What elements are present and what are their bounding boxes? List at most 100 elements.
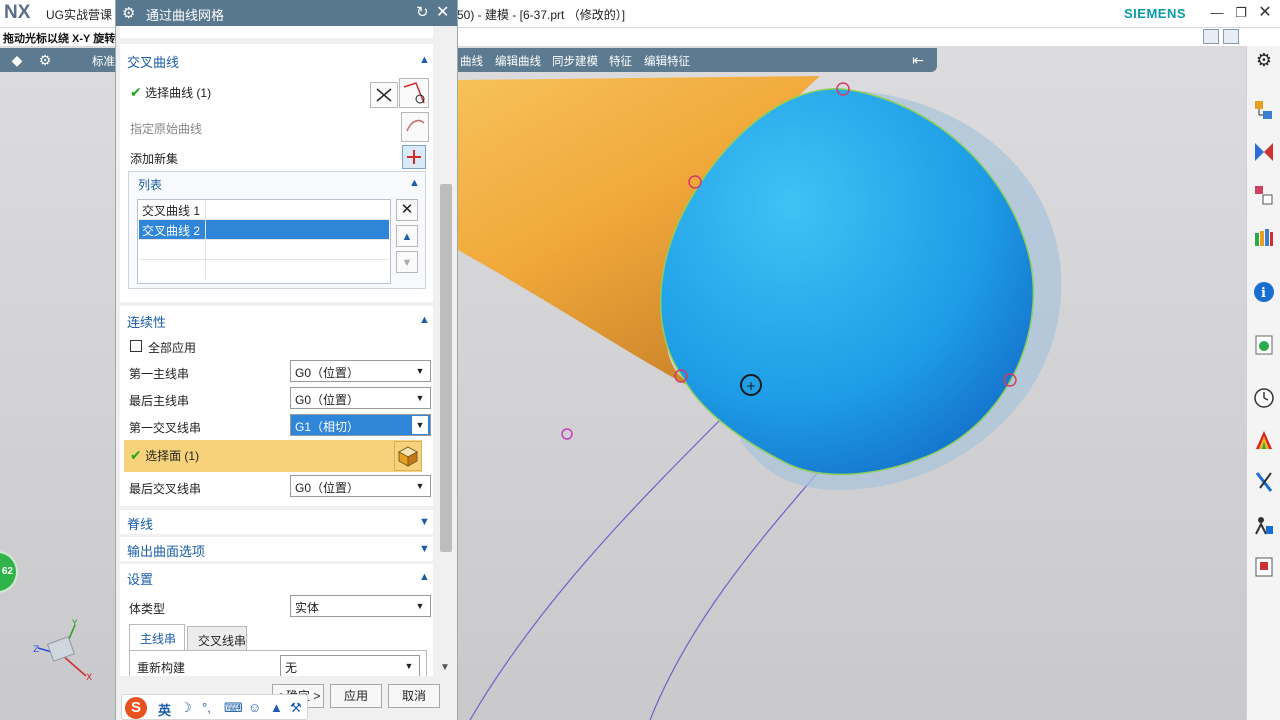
selection-filter-icon[interactable] bbox=[1203, 29, 1219, 44]
close-icon[interactable]: ✕ bbox=[436, 2, 449, 22]
select-face-row[interactable]: ✔ 选择面 (1) bbox=[124, 440, 422, 472]
list-item[interactable]: 交叉曲线 1 bbox=[139, 200, 389, 220]
point-marker[interactable] bbox=[561, 428, 573, 440]
remove-button[interactable]: ✕ bbox=[396, 199, 418, 221]
chevron-down-icon[interactable]: ▼ bbox=[419, 516, 430, 528]
ribbon-tab-sync-modeling[interactable]: 同步建模 bbox=[552, 53, 598, 69]
history-icon[interactable] bbox=[1252, 386, 1276, 410]
chevron-up-icon[interactable]: ▲ bbox=[419, 314, 430, 326]
section-title-settings[interactable]: 设置 bbox=[127, 569, 153, 588]
window-title: 50) - 建模 - [6-37.prt （修改的）] bbox=[457, 8, 626, 22]
reuse-library-icon[interactable] bbox=[1252, 225, 1276, 249]
chevron-up-icon[interactable]: ▲ bbox=[419, 54, 430, 66]
guide-curve[interactable] bbox=[649, 469, 821, 720]
ime-language-toggle[interactable]: 英 bbox=[158, 700, 171, 719]
sogou-logo-icon[interactable]: S bbox=[125, 697, 147, 719]
skin-icon[interactable]: ▲ bbox=[270, 700, 283, 715]
body-type-dropdown[interactable]: 实体 ▼ bbox=[290, 595, 431, 617]
section-title-spine[interactable]: 脊线 bbox=[127, 514, 153, 533]
gear-icon[interactable]: ⚙ bbox=[37, 52, 53, 68]
minimize-icon[interactable]: — bbox=[1206, 3, 1228, 23]
list-item-empty[interactable] bbox=[139, 260, 389, 280]
svg-text:X: X bbox=[86, 673, 92, 683]
part-navigator-icon[interactable] bbox=[1252, 183, 1276, 207]
chevron-down-icon[interactable]: ▼ bbox=[419, 543, 430, 555]
resource-bar: ⚙ i bbox=[1246, 46, 1280, 720]
first-primary-label: 第一主线串 bbox=[129, 367, 190, 381]
system-scene-icon[interactable] bbox=[1252, 513, 1276, 537]
first-cross-dropdown[interactable]: G1（相切） ▼ bbox=[290, 414, 431, 436]
scroll-down-icon[interactable]: ▼ bbox=[440, 662, 450, 673]
list-item-empty[interactable] bbox=[139, 240, 389, 260]
last-primary-dropdown[interactable]: G0（位置） ▼ bbox=[290, 387, 431, 409]
first-primary-dropdown[interactable]: G0（位置） ▼ bbox=[290, 360, 431, 382]
punctuation-icon[interactable]: °, bbox=[202, 700, 211, 715]
select-face-text: ✔ 选择面 (1) bbox=[130, 447, 199, 464]
constraint-navigator-icon[interactable] bbox=[1252, 140, 1276, 164]
info-icon[interactable]: i bbox=[1252, 280, 1276, 304]
ribbon-tab-feature[interactable]: 特征 bbox=[609, 53, 632, 69]
apply-all-label: 全部应用 bbox=[148, 341, 197, 355]
gear-icon[interactable]: ⚙ bbox=[1252, 50, 1276, 74]
face-cube-icon bbox=[397, 446, 419, 467]
move-down-button[interactable]: ▼ bbox=[396, 251, 418, 273]
reverse-direction-button[interactable] bbox=[370, 82, 398, 108]
svg-text:Z: Z bbox=[33, 645, 39, 655]
siemens-brand: SIEMENS bbox=[1124, 6, 1187, 21]
rebuild-label: 重新构建 bbox=[137, 661, 186, 675]
chevron-up-icon[interactable]: ▲ bbox=[409, 177, 420, 189]
list-title[interactable]: 列表 bbox=[138, 176, 162, 193]
output-options-section[interactable]: 输出曲面选项 ▼ bbox=[120, 537, 433, 561]
section-title-cross-curves[interactable]: 交叉曲线 bbox=[127, 52, 179, 71]
section-title-continuity[interactable]: 连续性 bbox=[127, 312, 166, 331]
ribbon-tab-edit-feature[interactable]: 编辑特征 bbox=[644, 53, 690, 69]
list-item[interactable]: 交叉曲线 2 bbox=[139, 220, 389, 240]
reset-icon[interactable]: ↻ bbox=[416, 3, 429, 21]
spine-section[interactable]: 脊线 ▼ bbox=[120, 510, 433, 534]
scrollbar-thumb[interactable] bbox=[440, 184, 452, 552]
keyboard-icon[interactable]: ⌨ bbox=[224, 700, 243, 716]
palette-icon[interactable] bbox=[1252, 555, 1276, 579]
role-icon[interactable] bbox=[1252, 470, 1276, 494]
status-prompt: 拖动光标以绕 X-Y 旋转 bbox=[3, 33, 116, 45]
web-browser-icon[interactable] bbox=[1252, 333, 1276, 357]
select-face-button[interactable] bbox=[394, 441, 422, 471]
cross-curve-list[interactable]: 交叉曲线 1 交叉曲线 2 bbox=[137, 199, 391, 284]
move-up-button[interactable]: ▲ bbox=[396, 225, 418, 247]
view-mode-icon[interactable] bbox=[1223, 29, 1239, 44]
add-new-set-button[interactable] bbox=[402, 145, 426, 169]
user-icon[interactable]: ☺ bbox=[248, 700, 261, 715]
chevron-up-icon[interactable]: ▲ bbox=[419, 571, 430, 583]
curve-select-button[interactable] bbox=[399, 78, 429, 108]
dialog-header[interactable]: ⚙ 通过曲线网格 ↻ ✕ bbox=[116, 0, 457, 26]
list-panel: 列表 ▲ 交叉曲线 1 交叉曲线 2 ✕ ▲ ▼ bbox=[128, 171, 426, 289]
add-new-set-label: 添加新集 bbox=[130, 152, 179, 166]
ribbon-tab-edit-curve[interactable]: 编辑曲线 bbox=[495, 53, 541, 69]
ribbon-options-icon[interactable]: ⇤ bbox=[910, 52, 926, 68]
gear-icon[interactable]: ⚙ bbox=[122, 4, 135, 22]
restore-icon[interactable]: ❐ bbox=[1230, 3, 1252, 23]
guide-curve[interactable] bbox=[469, 404, 736, 720]
last-cross-dropdown[interactable]: G0（位置） ▼ bbox=[290, 475, 431, 497]
specify-origin-curve-button[interactable] bbox=[401, 112, 429, 142]
close-window-icon[interactable]: ✕ bbox=[1254, 3, 1276, 23]
cancel-button[interactable]: 取消 bbox=[388, 684, 440, 708]
wrench-icon[interactable]: ⚒ bbox=[290, 700, 302, 716]
apply-button[interactable]: 应用 bbox=[330, 684, 382, 708]
moon-icon[interactable]: ☽ bbox=[180, 700, 192, 716]
nx-menu-icon[interactable]: ◆ bbox=[9, 52, 25, 68]
assembly-navigator-icon[interactable] bbox=[1252, 98, 1276, 122]
section-title-output-options[interactable]: 输出曲面选项 bbox=[127, 541, 205, 560]
ribbon-tab-standard[interactable]: 标准 bbox=[92, 53, 115, 69]
apply-all-checkbox[interactable] bbox=[130, 340, 142, 352]
ribbon-tab-curve[interactable]: 曲线 bbox=[460, 53, 483, 69]
continuity-section: 连续性 ▲ 全部应用 第一主线串 G0（位置） ▼ 最后主线串 G0（位置） ▼… bbox=[120, 306, 433, 506]
tab-primary-string[interactable]: 主线串 bbox=[129, 624, 185, 650]
select-curve-row[interactable]: ✔ 选择曲线 (1) bbox=[130, 84, 211, 101]
dialog-body: 交叉曲线 ▲ ✔ 选择曲线 (1) 指定原始曲线 添加新集 列表 ▲ 交叉曲线 … bbox=[116, 26, 457, 676]
check-icon: ✔ bbox=[130, 447, 142, 463]
tab-cross-string[interactable]: 交叉线串 bbox=[187, 626, 247, 652]
rebuild-dropdown[interactable]: 无 ▼ bbox=[280, 655, 420, 676]
dialog-scrollbar[interactable]: ▼ bbox=[437, 26, 453, 676]
visualization-icon[interactable] bbox=[1252, 428, 1276, 452]
